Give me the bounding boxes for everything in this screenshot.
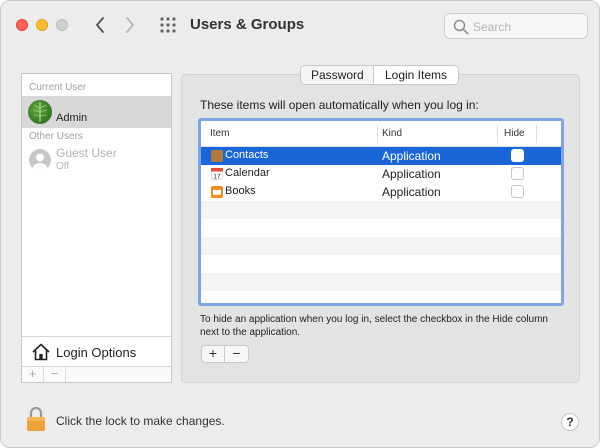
login-items-table[interactable]: Item Kind Hide Contacts Application 17 C…	[198, 118, 564, 306]
books-icon	[211, 186, 223, 198]
zoom-window-button[interactable]	[56, 19, 68, 31]
remove-user-button[interactable]: −	[44, 367, 66, 382]
empty-row	[201, 201, 561, 219]
column-divider	[377, 125, 378, 143]
column-header-item[interactable]: Item	[210, 128, 229, 139]
window-title: Users & Groups	[190, 16, 305, 33]
hide-hint-text: To hide an application when you log in, …	[200, 314, 548, 338]
minimize-window-button[interactable]	[36, 19, 48, 31]
table-row[interactable]: Contacts Application	[201, 147, 561, 165]
table-row[interactable]: 17 Calendar Application	[201, 165, 561, 183]
search-icon	[453, 19, 469, 35]
empty-row	[201, 273, 561, 291]
help-button[interactable]: ?	[561, 413, 579, 431]
hide-checkbox[interactable]	[511, 149, 524, 162]
empty-row	[201, 255, 561, 273]
remove-login-item-button[interactable]: −	[225, 346, 248, 362]
empty-row	[201, 291, 561, 303]
add-user-button[interactable]: +	[22, 367, 44, 382]
lock-hint-text: Click the lock to make changes.	[56, 414, 225, 428]
other-users-header: Other Users	[29, 131, 83, 142]
close-window-button[interactable]	[16, 19, 28, 31]
item-kind: Application	[382, 185, 441, 199]
item-name: Contacts	[225, 149, 269, 161]
tab-login-items[interactable]: Login Items	[374, 66, 458, 84]
empty-row	[201, 219, 561, 237]
chevron-right-icon	[126, 17, 134, 33]
house-icon	[32, 343, 50, 361]
users-sidebar: Current User Admin Other Users Guest Use…	[21, 73, 172, 383]
column-divider	[536, 125, 537, 143]
login-items-intro: These items will open automatically when…	[200, 98, 479, 112]
add-login-item-button[interactable]: +	[202, 346, 225, 362]
sidebar-item-admin[interactable]: Admin	[22, 96, 171, 128]
sidebar-item-label: Admin	[56, 112, 88, 124]
hide-checkbox[interactable]	[511, 185, 524, 198]
search-placeholder: Search	[473, 20, 512, 34]
login-options-item[interactable]: Login Options	[22, 336, 171, 366]
contacts-icon	[211, 150, 223, 162]
svg-text:17: 17	[213, 174, 221, 181]
users-groups-window: Users & Groups Search Current User Admin…	[0, 0, 600, 448]
empty-row	[201, 237, 561, 255]
forward-button[interactable]	[119, 13, 141, 37]
back-button[interactable]	[89, 13, 111, 37]
guest-avatar-icon	[29, 149, 51, 171]
item-kind: Application	[382, 149, 441, 163]
column-header-hide[interactable]: Hide	[504, 128, 525, 139]
column-header-kind[interactable]: Kind	[382, 128, 402, 139]
tab-password[interactable]: Password	[301, 66, 374, 84]
current-user-header: Current User	[29, 82, 87, 93]
lock-icon[interactable]	[26, 406, 46, 432]
avatar	[28, 100, 52, 124]
calendar-icon: 17	[211, 168, 223, 180]
column-divider	[497, 125, 498, 143]
item-name: Books	[225, 185, 256, 197]
login-options-label: Login Options	[56, 345, 137, 360]
sidebar-footer: + −	[22, 366, 171, 382]
tab-bar: Password Login Items	[300, 65, 459, 85]
table-row[interactable]: Books Application	[201, 183, 561, 201]
chevron-left-icon	[96, 17, 104, 33]
hide-checkbox[interactable]	[511, 167, 524, 180]
table-header: Item Kind Hide	[201, 121, 561, 147]
sidebar-item-label: Guest User	[56, 146, 117, 160]
leaf-avatar-icon	[32, 102, 48, 122]
item-kind: Application	[382, 167, 441, 181]
show-all-grid-icon[interactable]	[159, 16, 177, 34]
search-field[interactable]: Search	[444, 13, 588, 39]
item-name: Calendar	[225, 167, 270, 179]
add-remove-control: + −	[201, 345, 249, 363]
user-status: Off	[56, 161, 70, 172]
title-bar: Users & Groups Search	[1, 1, 599, 51]
